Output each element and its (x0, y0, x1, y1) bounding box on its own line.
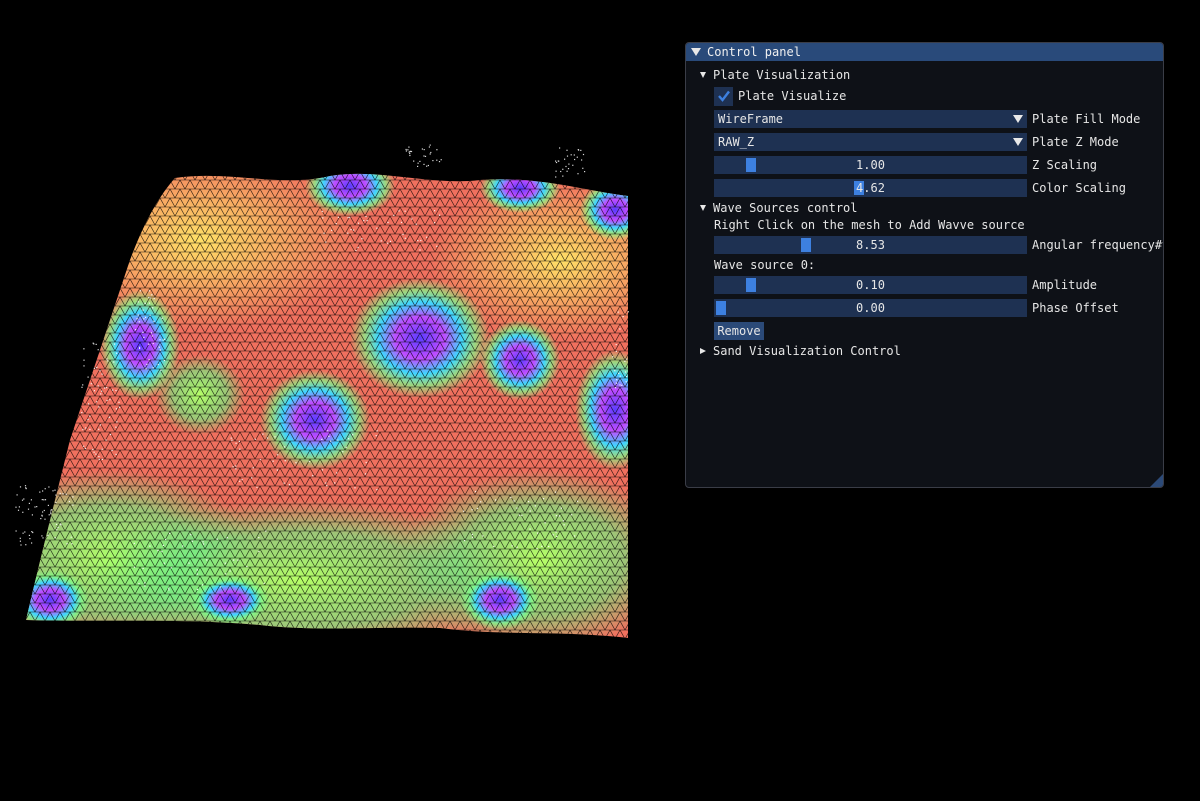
plate-z-mode-row: RAW_Z Plate Z Mode (686, 132, 1163, 152)
wave-source-0-row: Wave source 0: (686, 255, 1163, 275)
plate-visualize-checkbox-row[interactable]: Plate Visualize (686, 86, 1163, 106)
color-scaling-value: 4.62 (856, 181, 885, 195)
sand-visualization-label: Sand Visualization Control (713, 344, 901, 358)
collapse-arrow-icon[interactable] (691, 48, 701, 56)
chevron-down-icon[interactable] (1009, 110, 1027, 128)
plate-fill-mode-label: Plate Fill Mode (1032, 112, 1141, 126)
plate-fill-mode-value: WireFrame (718, 112, 784, 126)
z-scaling-value: 1.00 (856, 158, 885, 172)
plate-visualization-header[interactable]: Plate Visualization (686, 65, 1163, 85)
angular-frequency-row: 8.53 Angular frequency#v (686, 235, 1163, 255)
z-scaling-row: 1.00 Z Scaling (686, 155, 1163, 175)
remove-button[interactable]: Remove (714, 322, 764, 340)
checkmark-icon (717, 90, 730, 102)
remove-row: Remove (686, 321, 1163, 341)
amplitude-row: 0.10 Amplitude (686, 275, 1163, 295)
color-scaling-row: 4.62 Color Scaling (686, 178, 1163, 198)
sand-visualization-header[interactable]: Sand Visualization Control (686, 341, 1163, 361)
expanded-arrow-icon (700, 72, 706, 78)
plate-visualize-checkbox[interactable] (714, 86, 733, 106)
amplitude-label: Amplitude (1032, 278, 1098, 292)
expanded-arrow-icon (700, 205, 706, 211)
z-scaling-label: Z Scaling (1032, 158, 1098, 172)
wave-hint-row: Right Click on the mesh to Add Wavve sou… (686, 215, 1163, 235)
control-panel-window[interactable]: Control panel Plate Visualization Plate … (685, 42, 1164, 488)
amplitude-value: 0.10 (856, 278, 885, 292)
color-scaling-slider[interactable]: 4.62 (714, 179, 1027, 197)
color-scaling-label: Color Scaling (1032, 181, 1126, 195)
plate-fill-mode-combo[interactable]: WireFrame (714, 110, 1027, 128)
plate-z-mode-label: Plate Z Mode (1032, 135, 1119, 149)
plate-z-mode-value: RAW_Z (718, 135, 755, 149)
wave-sources-label: Wave Sources control (713, 201, 858, 215)
window-title: Control panel (707, 45, 801, 59)
phase-offset-slider[interactable]: 0.00 (714, 299, 1027, 317)
angular-frequency-slider[interactable]: 8.53 (714, 236, 1027, 254)
angular-frequency-label: Angular frequency#v (1032, 238, 1164, 252)
wave-source-0-label: Wave source 0: (714, 258, 816, 272)
amplitude-slider[interactable]: 0.10 (714, 276, 1027, 294)
z-scaling-slider[interactable]: 1.00 (714, 156, 1027, 174)
window-titlebar[interactable]: Control panel (686, 43, 1163, 61)
plate-visualization-label: Plate Visualization (713, 68, 851, 82)
phase-offset-row: 0.00 Phase Offset (686, 298, 1163, 318)
plate-z-mode-combo[interactable]: RAW_Z (714, 133, 1027, 151)
phase-offset-value: 0.00 (856, 301, 885, 315)
phase-offset-label: Phase Offset (1032, 301, 1119, 315)
collapsed-arrow-icon (700, 348, 706, 354)
resize-grip-icon[interactable] (1150, 474, 1163, 487)
wave-hint-text: Right Click on the mesh to Add Wavve sou… (714, 218, 1025, 232)
chevron-down-icon[interactable] (1009, 133, 1027, 151)
plate-visualize-label: Plate Visualize (738, 89, 847, 103)
angular-frequency-value: 8.53 (856, 238, 885, 252)
plate-fill-mode-row: WireFrame Plate Fill Mode (686, 109, 1163, 129)
